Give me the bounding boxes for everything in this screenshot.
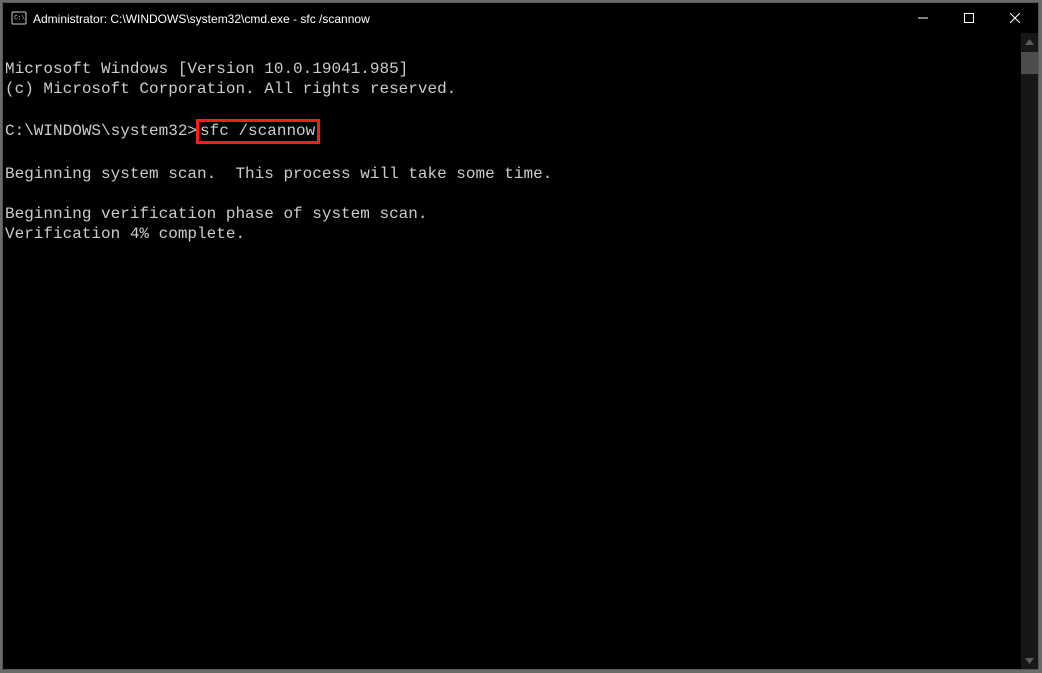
console-output[interactable]: Microsoft Windows [Version 10.0.19041.98…: [3, 33, 1021, 669]
cmd-icon: C:\: [11, 10, 27, 26]
close-button[interactable]: [992, 3, 1038, 33]
vertical-scrollbar[interactable]: [1021, 33, 1038, 669]
titlebar[interactable]: C:\ Administrator: C:\WINDOWS\system32\c…: [3, 3, 1038, 33]
window-controls: [900, 3, 1038, 33]
cmd-window: C:\ Administrator: C:\WINDOWS\system32\c…: [2, 2, 1039, 670]
command-highlight: sfc /scannow: [196, 119, 320, 144]
prompt-text: C:\WINDOWS\system32>: [5, 122, 197, 140]
output-blank: [5, 184, 1021, 204]
window-title: Administrator: C:\WINDOWS\system32\cmd.e…: [33, 11, 900, 26]
maximize-button[interactable]: [946, 3, 992, 33]
output-blank: [5, 99, 1021, 119]
minimize-button[interactable]: [900, 3, 946, 33]
command-text: sfc /scannow: [200, 122, 315, 140]
client-area: Microsoft Windows [Version 10.0.19041.98…: [3, 33, 1038, 669]
output-line: Beginning system scan. This process will…: [5, 164, 1021, 184]
output-line: Microsoft Windows [Version 10.0.19041.98…: [5, 59, 1021, 79]
output-line: Beginning verification phase of system s…: [5, 204, 1021, 224]
scroll-down-button[interactable]: [1021, 652, 1038, 669]
svg-text:C:\: C:\: [14, 15, 25, 22]
scroll-up-button[interactable]: [1021, 33, 1038, 50]
output-line: Verification 4% complete.: [5, 224, 1021, 244]
scrollbar-thumb[interactable]: [1021, 52, 1038, 74]
output-blank: [5, 144, 1021, 164]
prompt-line: C:\WINDOWS\system32>sfc /scannow: [5, 119, 1021, 144]
output-line: (c) Microsoft Corporation. All rights re…: [5, 79, 1021, 99]
